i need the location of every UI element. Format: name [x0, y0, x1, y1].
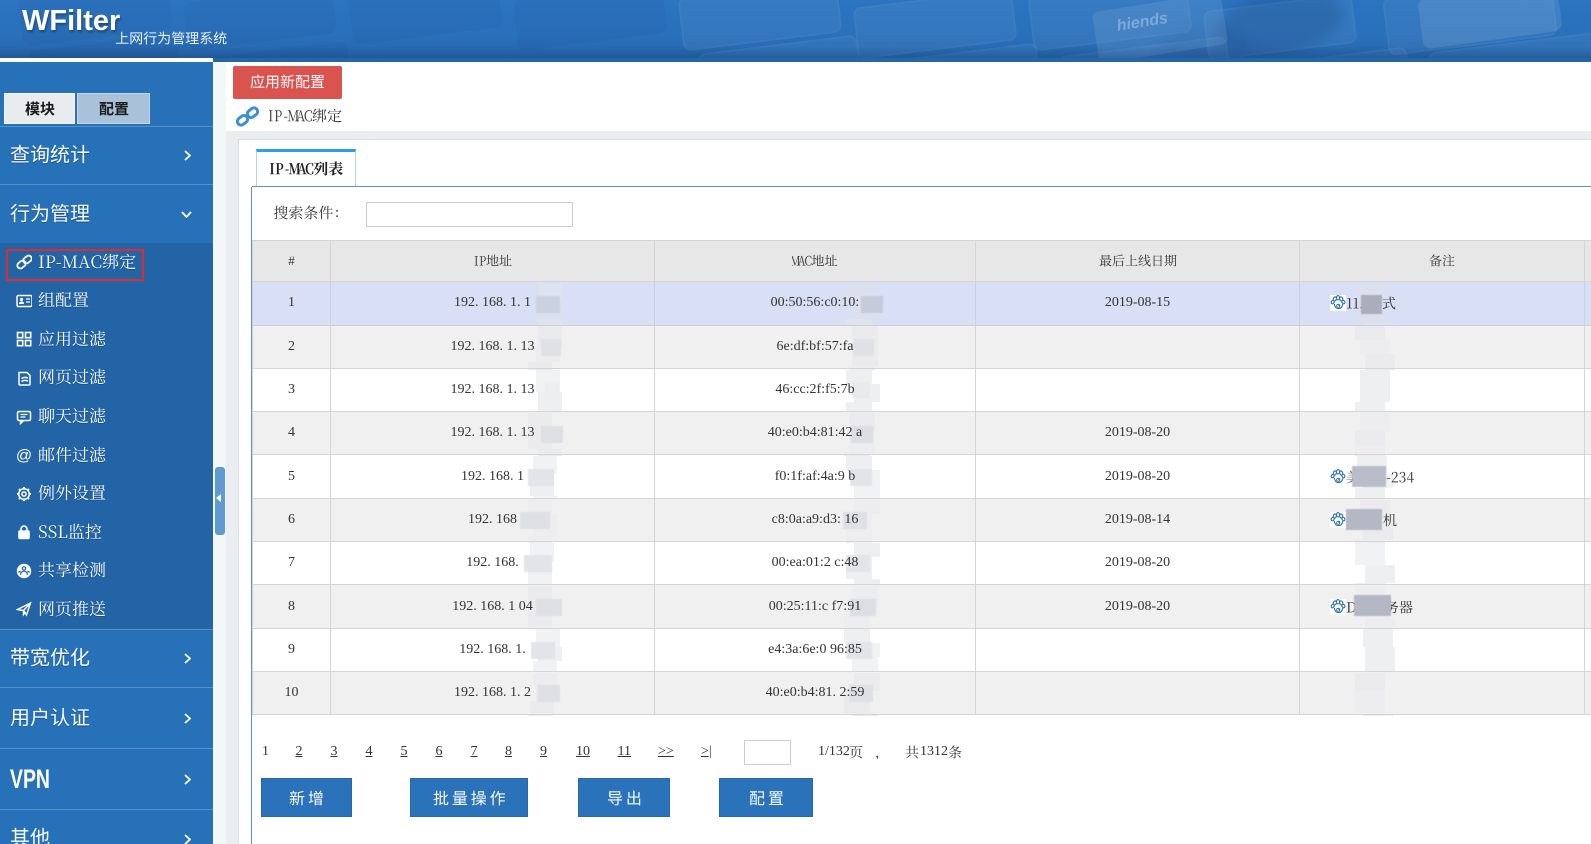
svg-text:@: @: [16, 448, 32, 464]
